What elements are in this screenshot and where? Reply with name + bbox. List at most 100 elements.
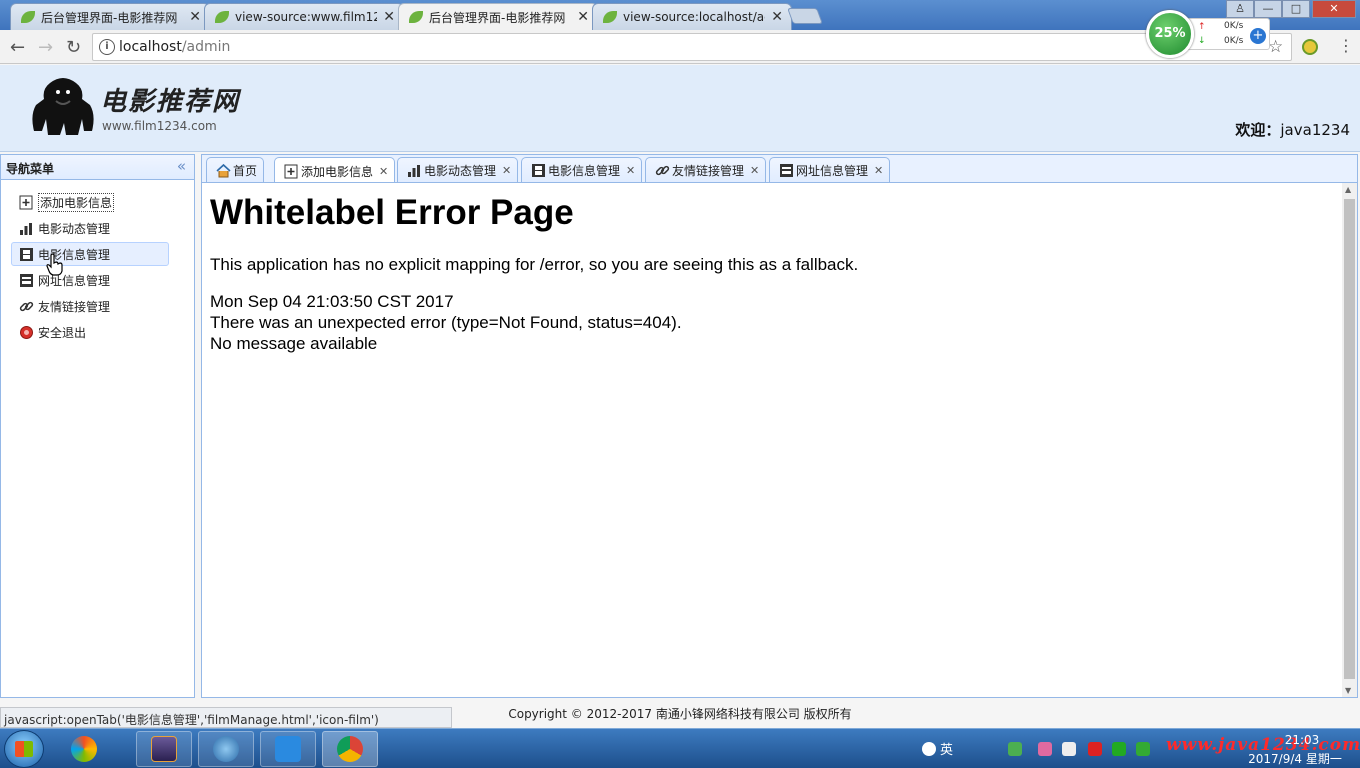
error-detail: There was an unexpected error (type=Not … xyxy=(210,313,682,332)
forward-icon[interactable]: → xyxy=(38,37,53,58)
browser-tab-active[interactable]: 后台管理界面-电影推荐网 ✕ xyxy=(398,3,598,30)
chart-icon xyxy=(18,220,34,236)
close-tab-icon[interactable]: ✕ xyxy=(189,9,201,25)
search-icon[interactable] xyxy=(922,742,936,756)
ime-indicator[interactable]: 英 xyxy=(940,739,953,758)
collapse-icon[interactable]: « xyxy=(177,157,186,175)
new-tab-button[interactable] xyxy=(787,8,823,24)
network-speed-widget[interactable]: ↑ ↓ 0K/s 0K/s + 25% xyxy=(1146,10,1272,58)
scroll-thumb[interactable] xyxy=(1344,199,1355,679)
network-icon[interactable] xyxy=(1062,742,1076,756)
url-text[interactable]: localhost/admin xyxy=(119,39,230,55)
site-url: www.film1234.com xyxy=(102,119,217,133)
tray-app-icon[interactable] xyxy=(1038,742,1052,756)
nav-item-site-manage[interactable]: 网址信息管理 xyxy=(11,268,169,292)
close-tab-icon[interactable]: ✕ xyxy=(383,9,395,25)
back-icon[interactable]: ← xyxy=(10,37,25,58)
film-icon xyxy=(18,246,34,262)
taskbar-app-eclipse[interactable] xyxy=(136,731,192,767)
maximize-button[interactable]: □ xyxy=(1282,0,1310,18)
close-tab-icon[interactable]: ✕ xyxy=(626,164,635,177)
clock-time[interactable]: 21:03 xyxy=(1272,733,1332,747)
upload-arrow-icon: ↑ xyxy=(1198,22,1206,32)
nav-item-link-manage[interactable]: 友情链接管理 xyxy=(11,294,169,318)
welcome-text: 欢迎：java1234 xyxy=(1235,119,1350,140)
welcome-label: 欢迎： xyxy=(1235,121,1281,139)
chrome-icon xyxy=(337,736,363,762)
windows-logo-icon xyxy=(15,741,33,757)
upload-speed: 0K/s xyxy=(1224,21,1244,31)
extension-icon[interactable] xyxy=(1302,39,1318,55)
scroll-down-icon[interactable]: ▼ xyxy=(1345,686,1351,695)
site-icon xyxy=(18,272,34,288)
tab-label: 电影信息管理 xyxy=(548,164,621,178)
nav-panel: 导航菜单 « 添加电影信息 电影动态管理 电影信息管理 网址信息管理 友情链接管… xyxy=(0,154,195,698)
close-tab-icon[interactable]: ✕ xyxy=(577,9,589,25)
tab-link-manage[interactable]: 友情链接管理 ✕ xyxy=(645,157,767,183)
browser-tab-title: 后台管理界面-电影推荐网 xyxy=(429,10,566,25)
content-scrollbar[interactable]: ▲ ▼ xyxy=(1342,183,1357,697)
tab-film-news[interactable]: 电影动态管理 ✕ xyxy=(397,157,519,183)
close-window-button[interactable]: ✕ xyxy=(1312,0,1356,18)
reload-icon[interactable]: ↻ xyxy=(66,37,81,58)
error-page-title: Whitelabel Error Page xyxy=(210,193,574,232)
nav-item-add-film[interactable]: 添加电影信息 xyxy=(11,190,169,214)
taskbar-app-chrome[interactable] xyxy=(322,731,378,767)
nav-item-film-manage[interactable]: 电影信息管理 xyxy=(11,242,169,266)
plus-icon[interactable]: + xyxy=(1250,28,1266,44)
close-tab-icon[interactable]: ✕ xyxy=(379,165,388,178)
copyright-text: Copyright © 2012-2017 南通小锋网络科技有限公司 版权所有 xyxy=(508,707,852,721)
hand-cursor-icon xyxy=(46,253,63,276)
close-tab-icon[interactable]: ✕ xyxy=(502,164,511,177)
browser-tab[interactable]: view-source:localhost/admin ✕ xyxy=(592,3,792,30)
close-tab-icon[interactable]: ✕ xyxy=(750,164,759,177)
error-note: No message available xyxy=(210,334,378,353)
browser-status-bar: javascript:openTab('电影信息管理','filmManage.… xyxy=(0,707,452,728)
nav-item-logout[interactable]: 安全退出 xyxy=(11,320,169,344)
antivirus-icon[interactable] xyxy=(1088,742,1102,756)
home-icon xyxy=(215,163,231,179)
spring-leaf-icon xyxy=(409,11,423,23)
taskbar-app-wps[interactable] xyxy=(260,731,316,767)
app-icon xyxy=(71,736,97,762)
shield-icon[interactable] xyxy=(1136,742,1150,756)
close-tab-icon[interactable]: ✕ xyxy=(771,9,783,25)
browser-tab-title: 后台管理界面-电影推荐网 xyxy=(41,10,178,25)
info-icon[interactable]: i xyxy=(99,39,115,55)
browser-tab-title: view-source:www.film1234.com xyxy=(235,10,378,24)
start-button[interactable] xyxy=(4,730,44,768)
spring-leaf-icon xyxy=(215,11,229,23)
battery-icon[interactable] xyxy=(1008,742,1022,756)
tab-label: 友情链接管理 xyxy=(672,164,745,178)
nav-item-film-news[interactable]: 电影动态管理 xyxy=(11,216,169,240)
error-message: This application has no explicit mapping… xyxy=(210,255,859,274)
tab-film-manage[interactable]: 电影信息管理 ✕ xyxy=(521,157,643,183)
add-icon xyxy=(18,194,34,210)
taskbar: 英 www.java1234.com 21:03 2017/9/4 星期一 xyxy=(0,728,1360,768)
exit-icon xyxy=(18,324,34,340)
taskbar-app-colorful[interactable] xyxy=(56,731,112,767)
address-bar[interactable]: i localhost/admin xyxy=(92,33,1292,61)
app-header: 电影推荐网 www.film1234.com 欢迎：java1234 xyxy=(0,65,1360,152)
tab-home[interactable]: 首页 xyxy=(206,157,265,183)
add-icon xyxy=(283,163,299,179)
browser-tab[interactable]: view-source:www.film1234.com ✕ xyxy=(204,3,404,30)
tab-site-manage[interactable]: 网址信息管理 ✕ xyxy=(769,157,891,183)
link-icon xyxy=(18,298,34,314)
clock-date[interactable]: 2017/9/4 星期一 xyxy=(1240,750,1350,767)
url-host: localhost xyxy=(119,39,182,55)
taskbar-app-mysql[interactable] xyxy=(198,731,254,767)
tab-add-film[interactable]: 添加电影信息 ✕ xyxy=(274,157,396,184)
tab-label: 电影动态管理 xyxy=(424,164,497,178)
browser-tab-title: view-source:localhost/admin xyxy=(623,10,765,24)
menu-icon[interactable]: ⋮ xyxy=(1338,36,1354,55)
update-icon[interactable] xyxy=(1112,742,1126,756)
close-tab-icon[interactable]: ✕ xyxy=(874,164,883,177)
nav-item-label: 友情链接管理 xyxy=(38,299,111,314)
spring-leaf-icon xyxy=(21,11,35,23)
error-timestamp: Mon Sep 04 21:03:50 CST 2017 xyxy=(210,292,454,311)
tab-label: 网址信息管理 xyxy=(796,164,869,178)
scroll-up-icon[interactable]: ▲ xyxy=(1345,185,1351,194)
browser-tab[interactable]: 后台管理界面-电影推荐网 ✕ xyxy=(10,3,210,30)
site-icon xyxy=(778,163,794,179)
